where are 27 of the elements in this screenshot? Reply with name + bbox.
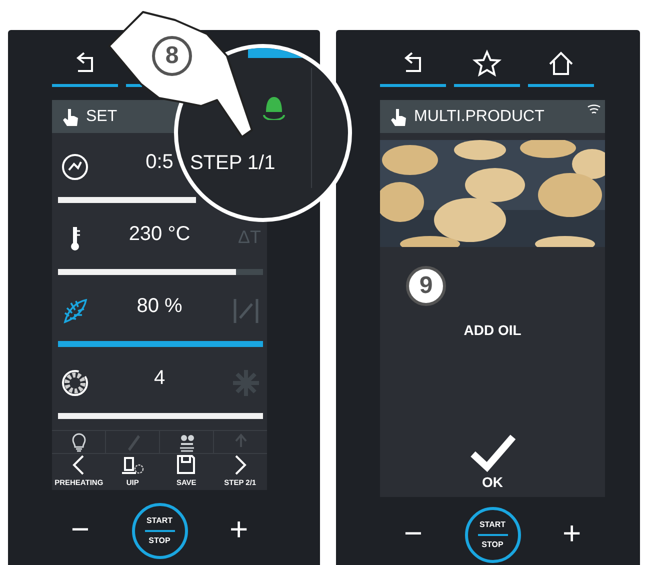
step-label: STEP 1/1 xyxy=(190,151,276,176)
parameter-value[interactable]: 0:5 xyxy=(146,147,174,177)
screen-title: SET xyxy=(86,106,118,126)
instruction-text: ADD OIL xyxy=(462,321,522,340)
parameter-value[interactable]: 4 xyxy=(154,363,166,393)
checkmark-icon xyxy=(468,432,516,472)
slider-fill[interactable] xyxy=(58,341,263,347)
hand-icon xyxy=(388,106,408,126)
ok-button[interactable]: OK xyxy=(468,432,516,493)
parameter-value[interactable]: 230 °C xyxy=(128,219,190,249)
screen-title: MULTI.PRODUCT xyxy=(414,106,544,126)
slider-fill[interactable] xyxy=(58,413,263,419)
hand-icon xyxy=(60,106,80,126)
plus-button[interactable]: + xyxy=(226,513,252,545)
probe-icon xyxy=(122,454,144,476)
parameter-value[interactable]: 80 % xyxy=(136,291,182,321)
bell-icon[interactable] xyxy=(260,94,288,120)
clock-icon[interactable] xyxy=(60,152,90,182)
start-stop-button[interactable]: START STOP xyxy=(132,503,188,559)
minus-button[interactable]: − xyxy=(400,517,426,549)
step-callout: 9 xyxy=(406,266,446,306)
plus-button[interactable]: + xyxy=(558,517,586,549)
star-icon xyxy=(472,49,502,79)
start-stop-button[interactable]: START STOP xyxy=(464,507,520,563)
slider-bar[interactable] xyxy=(58,197,196,203)
minus-button[interactable]: − xyxy=(66,513,94,545)
fan-icon[interactable] xyxy=(60,368,90,398)
